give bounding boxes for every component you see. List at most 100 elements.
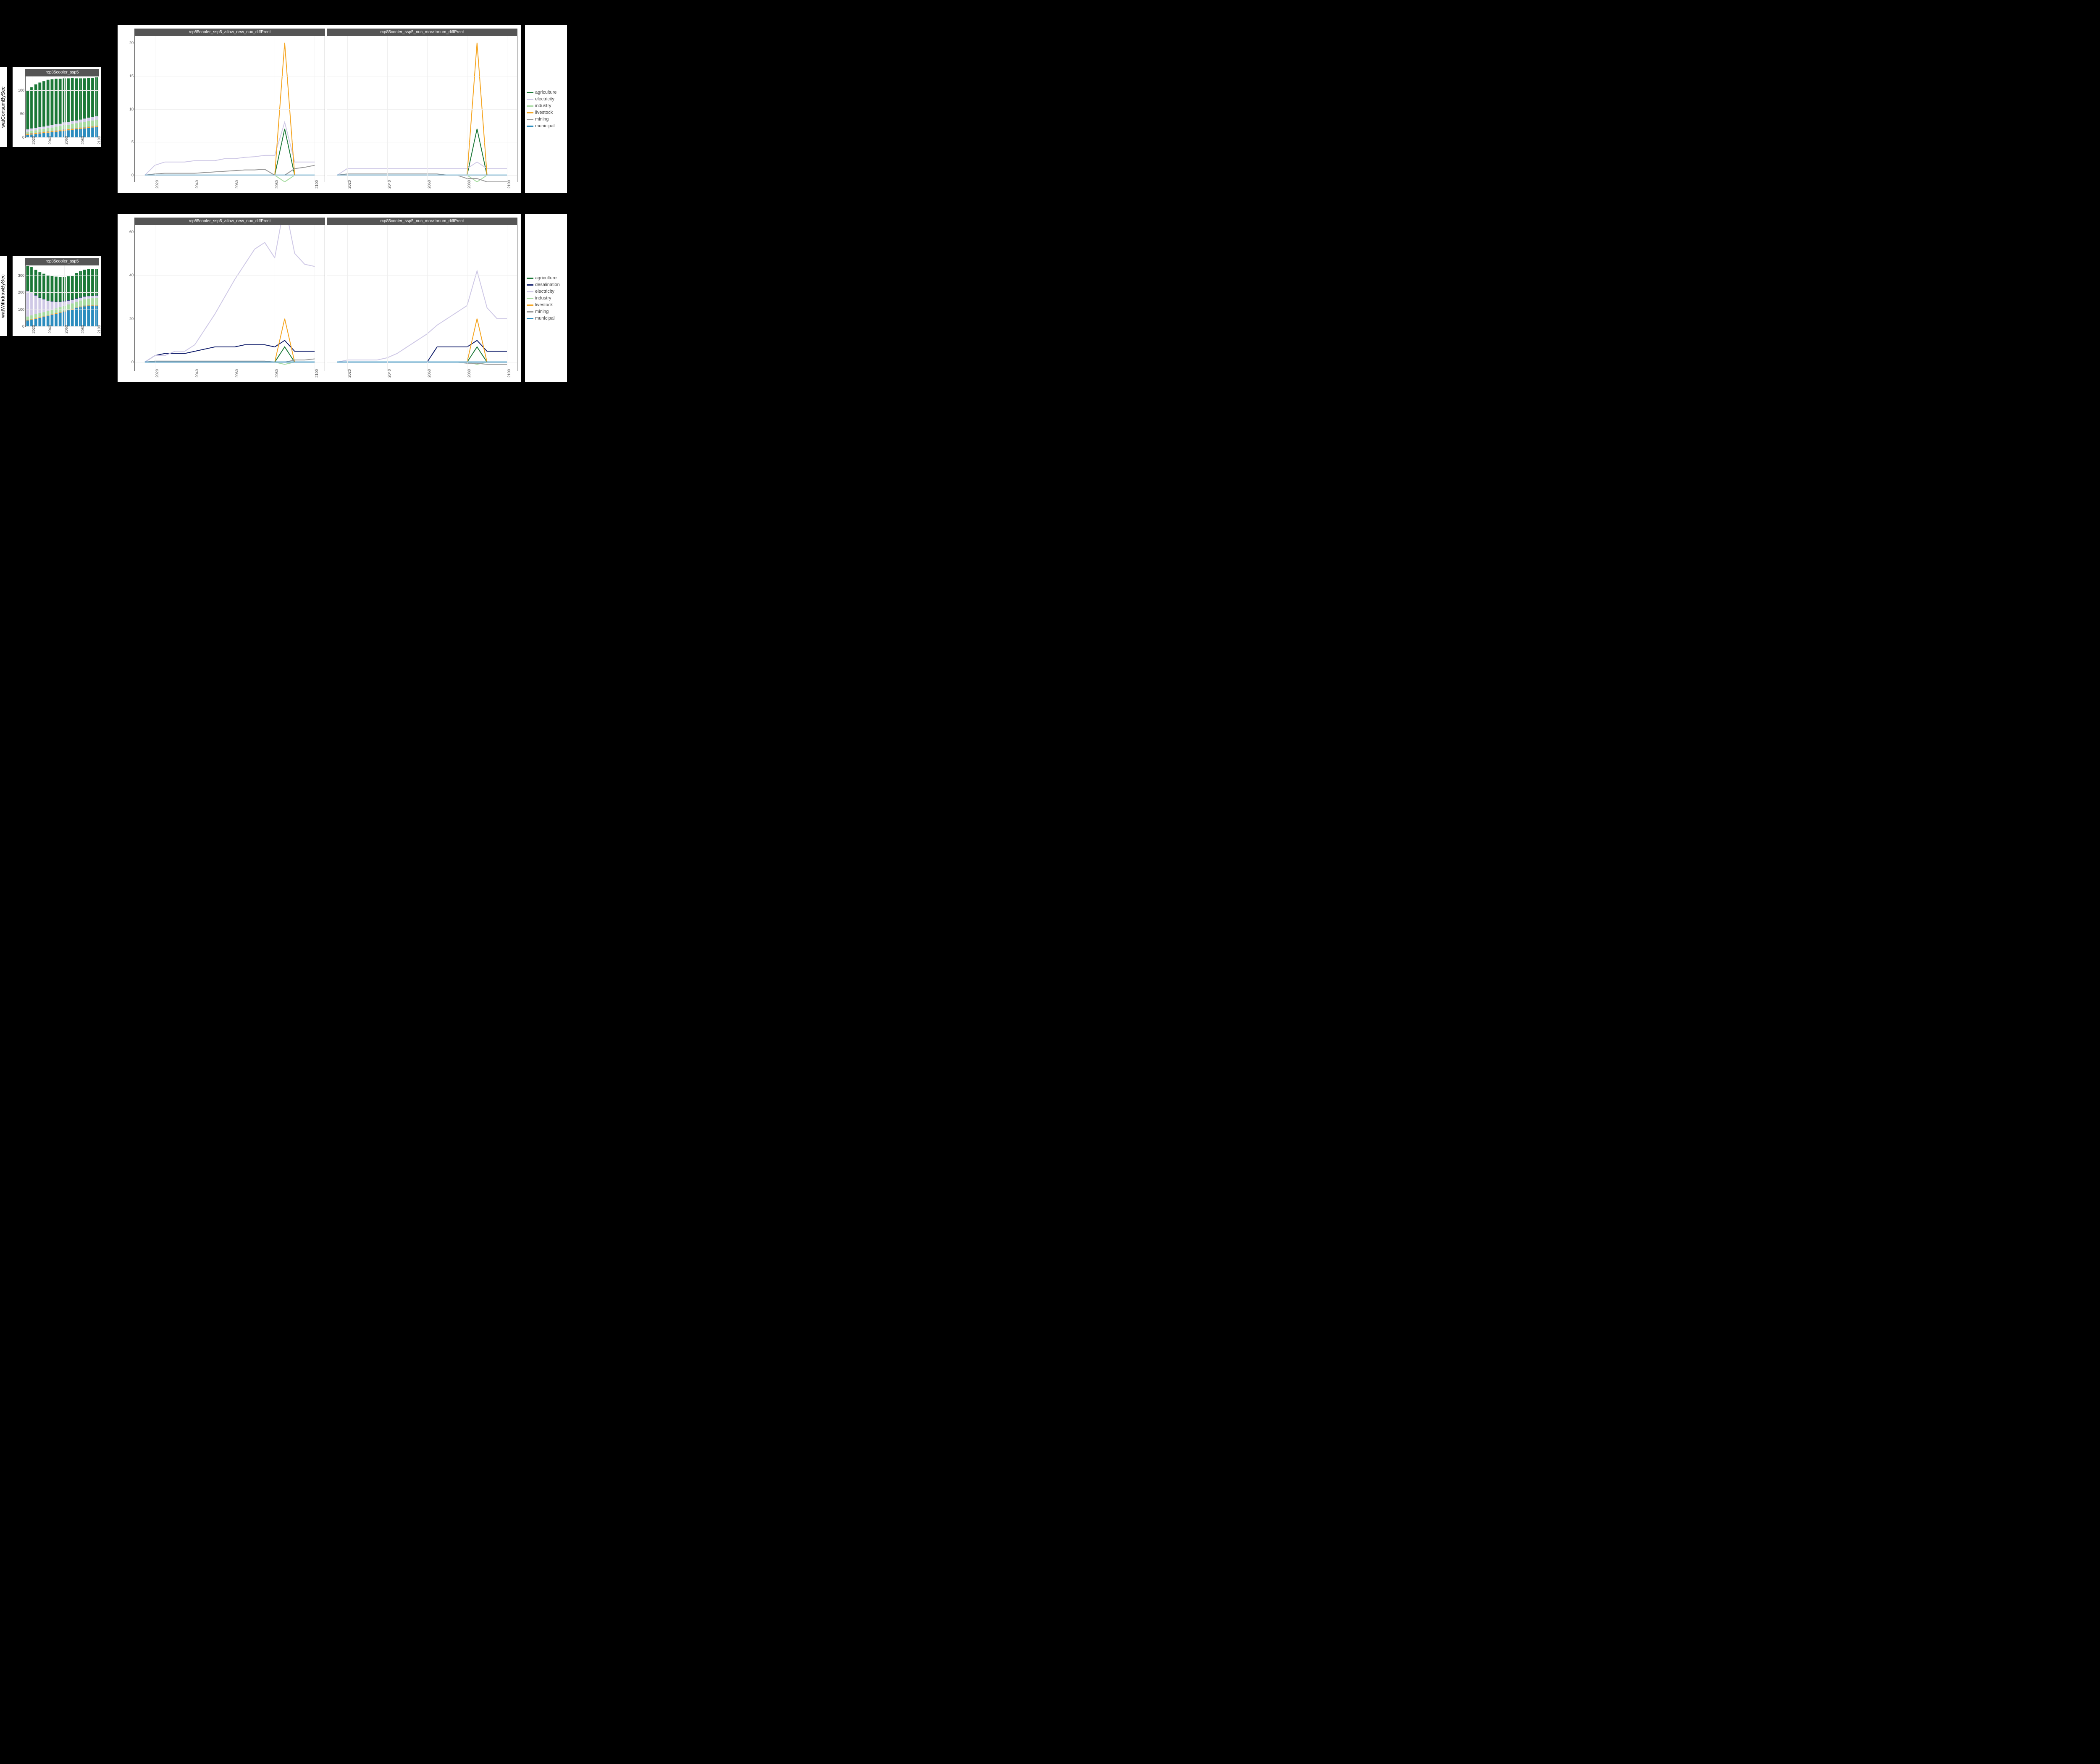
legend-swatch [527,291,533,292]
legend-label: mining [535,309,549,314]
legend-swatch [527,278,533,279]
plot-area: 020406020202040206020802100 [134,225,325,371]
legend-item: industry [527,102,567,109]
x-tick: 2080 [467,180,471,189]
stacked-bar-panel: rcp85cooler_ssp501002003002020 2040 2060 20… [13,256,101,336]
legend-swatch [527,92,533,93]
legend: agriculture electricityindustry livestock m… [525,25,567,193]
y-tick: 60 [129,230,135,234]
legend-swatch [527,105,533,107]
x-tick: 2060 [235,369,239,378]
x-tick: 2040 [387,369,391,378]
facet-title: rcp85cooler_ssp5 [25,258,99,265]
x-tick: 2080 [275,180,279,189]
y-tick: 20 [129,41,135,45]
y-axis-label: watConsumBySec [0,67,7,147]
x-tick: 2080 [275,369,279,378]
y-tick: 100 [18,88,26,92]
y-tick: 300 [18,273,26,278]
legend-swatch [527,298,533,299]
x-tick: 2060 [427,180,431,189]
x-tick: 2040 [48,325,52,333]
facet-title: rcp85cooler_ssp5_nuc_moratorium_diffPrcn… [327,218,517,225]
legend-item: agriculture [527,89,567,96]
legend-label: mining [535,117,549,122]
x-tick: 2020 [32,325,36,333]
x-tick: 2060 [235,180,239,189]
legend-label: agriculture [535,90,556,95]
facet-title: rcp85cooler_ssp5_allow_new_nuc_diffPrcnt [134,29,325,36]
x-tick: 2080 [81,136,85,144]
x-tick: 2020 [155,369,159,378]
legend-label: municipal [535,123,554,129]
line-chart-panel: rcp85cooler_ssp5_allow_new_nuc_diffPrcnt… [134,218,325,371]
x-tick: 2100 [507,369,511,378]
plot-area: 20202040206020802100 [327,225,517,371]
legend-swatch [527,99,533,100]
legend-swatch [527,318,533,319]
y-tick: 200 [18,290,26,294]
x-tick: 2020 [347,180,352,189]
plot-area: 0100200300 [25,265,99,327]
legend-label: electricity [535,97,554,102]
x-tick: 2060 [427,369,431,378]
x-tick: 2040 [195,369,199,378]
legend-item: livestock [527,109,567,116]
legend-item: electricity [527,288,567,295]
legend-item: industry [527,295,567,302]
legend: agriculturedesalination electricityindust… [525,214,567,382]
legend-label: industry [535,103,551,108]
x-tick: 2100 [507,180,511,189]
legend-swatch [527,119,533,120]
line-chart-panel: rcp85cooler_ssp5_allow_new_nuc_diffPrcnt… [134,29,325,182]
legend-item: municipal [527,123,567,129]
legend-label: agriculture [535,276,556,281]
y-tick: 15 [129,74,135,78]
y-tick: 0 [131,173,135,177]
legend-item: desalination [527,281,567,288]
plot-area: 0510152020202040206020802100 [134,36,325,182]
legend-label: electricity [535,289,554,294]
x-tick: 2060 [64,325,68,333]
y-axis-label: watWithdrawBySec [0,256,7,336]
facet-title: rcp85cooler_ssp5_allow_new_nuc_diffPrcnt [134,218,325,225]
legend-label: livestock [535,302,553,307]
legend-item: electricity [527,96,567,102]
y-tick: 100 [18,307,26,312]
y-tick: 50 [20,112,26,116]
x-tick: 2100 [315,369,319,378]
x-tick: 2100 [315,180,319,189]
legend-item: mining [527,116,567,123]
legend-item: livestock [527,302,567,308]
line-chart-group: rcp85cooler_ssp5_allow_new_nuc_diffPrcnt… [118,214,521,382]
line-chart-panel: rcp85cooler_ssp5_nuc_moratorium_diffPrcn… [327,218,517,371]
x-tick: 2040 [195,180,199,189]
plot-area: 050100 [25,76,99,138]
legend-swatch [527,284,533,286]
x-tick: 2100 [97,136,101,144]
legend-swatch [527,112,533,113]
x-tick: 2060 [64,136,68,144]
legend-label: desalination [535,282,560,287]
y-tick: 20 [129,317,135,321]
legend-swatch [527,126,533,127]
legend-item: municipal [527,315,567,322]
x-tick: 2020 [155,180,159,189]
stacked-bar-panel: rcp85cooler_ssp5050100202020402060208021… [13,67,101,147]
line-chart-panel: rcp85cooler_ssp5_nuc_moratorium_diffPrcn… [327,29,517,182]
y-tick: 10 [129,107,135,111]
line-chart-group: rcp85cooler_ssp5_allow_new_nuc_diffPrcnt… [118,25,521,193]
plot-area: 20202040206020802100 [327,36,517,182]
x-tick: 2080 [467,369,471,378]
x-tick: 2020 [347,369,352,378]
legend-label: livestock [535,110,553,115]
x-tick: 2100 [97,325,101,333]
y-tick: 40 [129,273,135,277]
x-tick: 2040 [387,180,391,189]
legend-swatch [527,311,533,312]
legend-item: agriculture [527,275,567,281]
facet-title: rcp85cooler_ssp5 [25,69,99,76]
facet-title: rcp85cooler_ssp5_nuc_moratorium_diffPrcn… [327,29,517,36]
y-tick: 0 [131,360,135,364]
y-tick: 5 [131,140,135,144]
